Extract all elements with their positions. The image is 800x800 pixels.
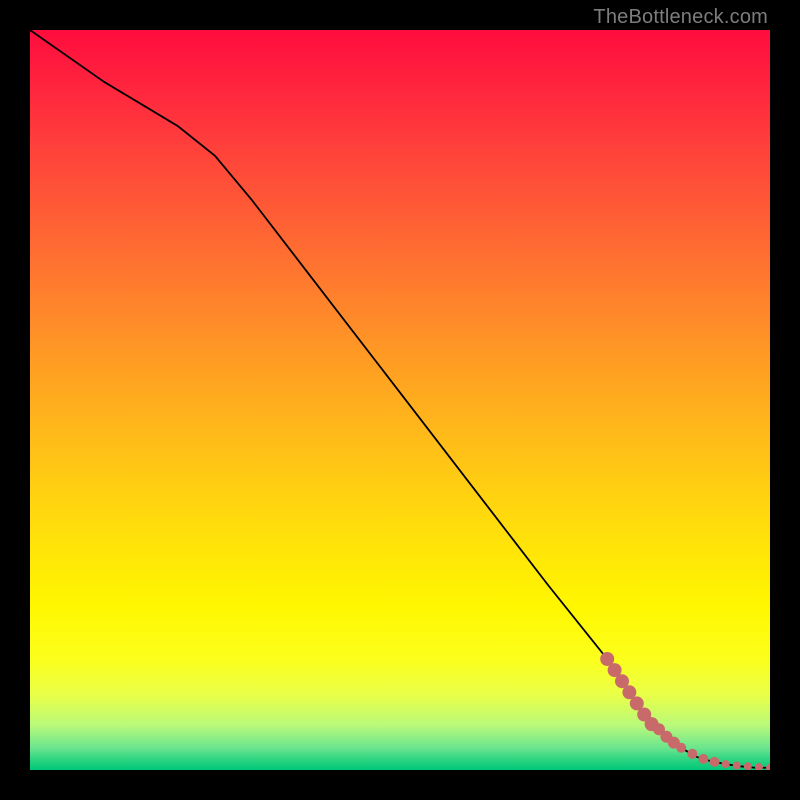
data-marker xyxy=(698,754,708,764)
chart-overlay xyxy=(30,30,770,770)
data-marker xyxy=(766,764,770,770)
data-marker xyxy=(710,757,720,767)
watermark-text: TheBottleneck.com xyxy=(593,6,768,29)
marker-group xyxy=(600,652,770,770)
plot-area xyxy=(30,30,770,770)
data-marker xyxy=(755,763,763,770)
bottleneck-curve xyxy=(30,30,770,768)
data-marker xyxy=(733,762,741,770)
data-marker xyxy=(676,743,686,753)
data-marker xyxy=(722,760,730,768)
data-marker xyxy=(687,749,697,759)
chart-frame: TheBottleneck.com xyxy=(0,0,800,800)
data-marker xyxy=(744,762,752,770)
